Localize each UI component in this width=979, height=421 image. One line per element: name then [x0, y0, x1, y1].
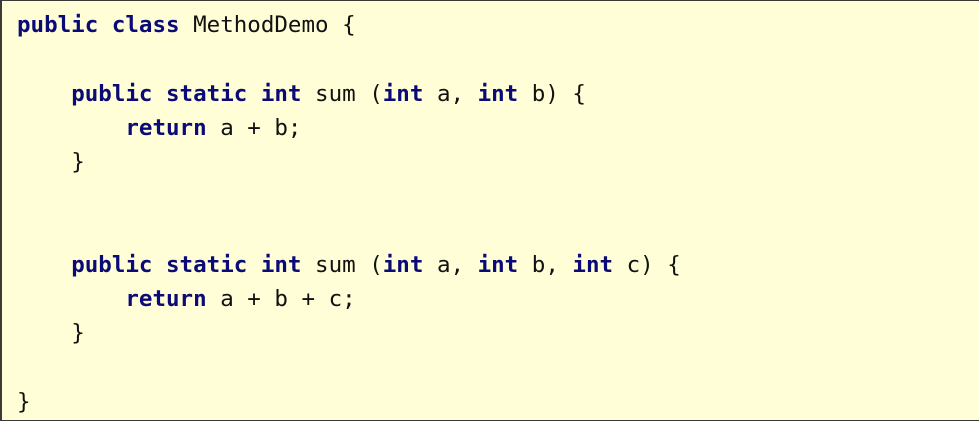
code-keyword: public: [17, 12, 99, 38]
code-text: }: [71, 149, 85, 175]
code-text: a + b + c;: [206, 286, 356, 312]
code-keyword: int: [382, 80, 424, 107]
code-line: }: [17, 316, 85, 350]
code-keyword: static: [166, 80, 248, 107]
code-text: a + b;: [206, 114, 302, 141]
code-line: public class MethodDemo {: [17, 8, 356, 42]
code-text: a,: [423, 80, 478, 107]
code-keyword: int: [572, 251, 614, 278]
code-keyword: public: [71, 80, 153, 107]
code-keyword: int: [477, 80, 519, 107]
code-text: }: [17, 388, 31, 415]
code-keyword: class: [111, 12, 180, 38]
code-keyword: return: [125, 114, 207, 141]
code-keyword: int: [260, 80, 302, 107]
code-text: }: [71, 320, 85, 347]
code-text: b) {: [518, 80, 586, 107]
code-line: public static int sum (int a, int b) {: [17, 77, 586, 111]
code-editor[interactable]: public class MethodDemo { public static …: [0, 0, 979, 421]
code-keyword: static: [166, 251, 248, 278]
code-keyword: int: [382, 251, 424, 278]
code-keyword: int: [477, 251, 519, 278]
code-line: return a + b;: [17, 111, 301, 145]
code-text: a,: [423, 251, 478, 278]
code-text: sum (: [301, 251, 383, 278]
code-line: public static int sum (int a, int b, int…: [17, 248, 681, 282]
code-line: }: [17, 385, 31, 419]
code-line: }: [17, 145, 85, 179]
code-text: c) {: [613, 251, 681, 278]
code-text: b,: [518, 251, 573, 278]
code-text: MethodDemo {: [179, 12, 356, 38]
code-keyword: public: [71, 251, 153, 278]
code-keyword: return: [125, 286, 207, 312]
code-line: return a + b + c;: [17, 282, 356, 316]
code-text: sum (: [301, 80, 383, 107]
code-keyword: int: [260, 251, 302, 278]
